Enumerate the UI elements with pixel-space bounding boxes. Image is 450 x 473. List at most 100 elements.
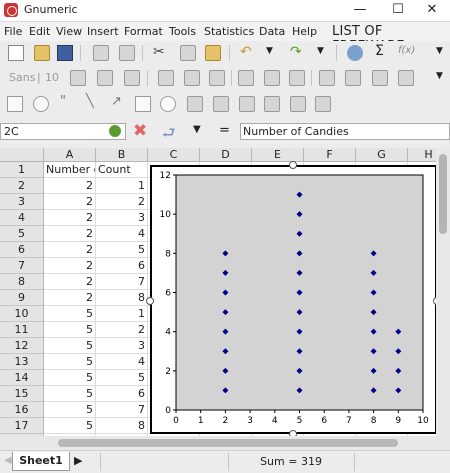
row-header[interactable]: 10 [0, 306, 44, 322]
font-name-select[interactable]: Sans [9, 71, 35, 84]
spreadsheet-grid[interactable]: A B C D E F G H 1 Number c Count 2 2 1 3 2 2 4 2 3 5… [0, 148, 450, 436]
cell[interactable]: 4 [96, 354, 148, 370]
align-center-icon[interactable] [184, 70, 200, 86]
cell[interactable]: 6 [96, 386, 148, 402]
row-header[interactable]: 11 [0, 322, 44, 338]
menu-format[interactable]: Format [124, 25, 163, 38]
cell[interactable]: Number c [44, 162, 96, 178]
cut-scissors-icon[interactable]: ✂ [153, 44, 169, 60]
cell[interactable]: 7 [96, 274, 148, 290]
cell[interactable]: 5 [44, 370, 96, 386]
cell[interactable]: 5 [44, 354, 96, 370]
increase-decimal-icon[interactable] [345, 70, 361, 86]
sheet-nav-prev-icon[interactable]: ◀ [4, 455, 12, 466]
cell[interactable]: 4 [96, 226, 148, 242]
cell[interactable]: 6 [96, 258, 148, 274]
toolbar-overflow-icon[interactable]: ▼ [436, 46, 450, 62]
maximize-button[interactable]: ☐ [380, 0, 416, 21]
cell[interactable]: 5 [44, 322, 96, 338]
row-header[interactable]: 14 [0, 370, 44, 386]
row-header[interactable]: 9 [0, 290, 44, 306]
menu-tools[interactable]: Tools [169, 25, 196, 38]
cell[interactable]: 5 [44, 418, 96, 434]
list-tool-icon[interactable] [290, 96, 306, 112]
cell[interactable]: 5 [44, 338, 96, 354]
scrollbar-tool-icon[interactable] [213, 96, 229, 112]
cell[interactable]: 5 [44, 386, 96, 402]
function-dropdown-icon[interactable]: ▼ [193, 124, 201, 135]
cell[interactable]: 2 [44, 290, 96, 306]
row-header[interactable]: 4 [0, 210, 44, 226]
redo-dropdown-icon[interactable]: ▼ [317, 46, 333, 62]
vertical-scrollbar[interactable] [436, 148, 450, 436]
sheet-nav-next-icon[interactable]: ▶ [74, 454, 82, 467]
row-header[interactable]: 2 [0, 178, 44, 194]
underline-icon[interactable] [124, 70, 140, 86]
column-header-a[interactable]: A [44, 148, 96, 162]
minimize-button[interactable]: — [342, 0, 378, 21]
slider-tool-icon[interactable] [239, 96, 255, 112]
cell[interactable]: 2 [44, 274, 96, 290]
undo-icon[interactable]: ↶ [240, 44, 256, 60]
select-all-corner[interactable] [0, 148, 44, 162]
arrow-tool-icon[interactable]: ↗ [111, 94, 127, 110]
row-header[interactable]: 13 [0, 354, 44, 370]
thousands-separator-icon[interactable] [319, 70, 335, 86]
undo-dropdown-icon[interactable]: ▼ [266, 46, 282, 62]
column-header-g[interactable]: G [356, 148, 408, 162]
cell[interactable]: 5 [96, 370, 148, 386]
align-right-icon[interactable] [209, 70, 225, 86]
row-header[interactable]: 12 [0, 338, 44, 354]
cell[interactable]: 3 [96, 338, 148, 354]
borders-icon[interactable] [398, 70, 414, 86]
sheet-tab-sheet1[interactable]: Sheet1 [12, 452, 70, 471]
row-header[interactable]: 6 [0, 242, 44, 258]
column-header-d[interactable]: D [200, 148, 252, 162]
new-document-icon[interactable] [8, 45, 24, 61]
radio-button-tool-icon[interactable] [160, 96, 176, 112]
hyperlink-globe-icon[interactable] [347, 45, 363, 61]
chart-resize-handle-top[interactable] [289, 161, 297, 169]
paste-icon[interactable] [205, 45, 221, 61]
row-header[interactable]: 7 [0, 258, 44, 274]
format-toolbar-overflow-icon[interactable]: ▼ [436, 71, 450, 87]
rectangle-tool-icon[interactable] [7, 96, 23, 112]
cell-reference-box[interactable]: 2C [0, 123, 126, 140]
menu-insert[interactable]: Insert [87, 25, 119, 38]
function-icon[interactable]: f(x) [398, 45, 424, 61]
italic-icon[interactable] [97, 70, 113, 86]
row-header[interactable]: 1 [0, 162, 44, 178]
cell[interactable]: 2 [44, 178, 96, 194]
redo-icon[interactable]: ↷ [290, 44, 306, 60]
cell[interactable]: 1 [96, 178, 148, 194]
cell[interactable]: 8 [96, 290, 148, 306]
cell[interactable]: 3 [96, 210, 148, 226]
cell[interactable]: 2 [44, 242, 96, 258]
menu-help[interactable]: Help [292, 25, 317, 38]
scatter-chart[interactable]: 0 1 2 3 4 5 6 7 8 9 10 0 2 4 6 8 10 12 [150, 165, 437, 434]
align-left-icon[interactable] [158, 70, 174, 86]
cell[interactable]: 1 [96, 306, 148, 322]
menu-data[interactable]: Data [259, 25, 285, 38]
row-header[interactable]: 17 [0, 418, 44, 434]
ellipse-tool-icon[interactable] [33, 96, 49, 112]
cell[interactable]: 7 [96, 402, 148, 418]
percent-format-icon[interactable] [289, 70, 305, 86]
cell[interactable]: 2 [96, 322, 148, 338]
save-icon[interactable] [57, 45, 73, 61]
column-header-b[interactable]: B [96, 148, 148, 162]
row-header[interactable]: 16 [0, 402, 44, 418]
print-icon[interactable] [93, 45, 109, 61]
button-tool-icon[interactable] [187, 96, 203, 112]
column-header-f[interactable]: F [304, 148, 356, 162]
column-header-c[interactable]: C [148, 148, 200, 162]
horizontal-scroll-thumb[interactable] [58, 439, 398, 447]
merge-cells-icon[interactable] [238, 70, 254, 86]
cell[interactable]: 5 [44, 402, 96, 418]
label-tool-icon[interactable]: " [60, 94, 76, 110]
cell[interactable]: 5 [96, 242, 148, 258]
cell[interactable]: 2 [44, 226, 96, 242]
currency-format-icon[interactable] [264, 70, 280, 86]
print-preview-icon[interactable] [119, 45, 135, 61]
cell[interactable]: 8 [96, 418, 148, 434]
